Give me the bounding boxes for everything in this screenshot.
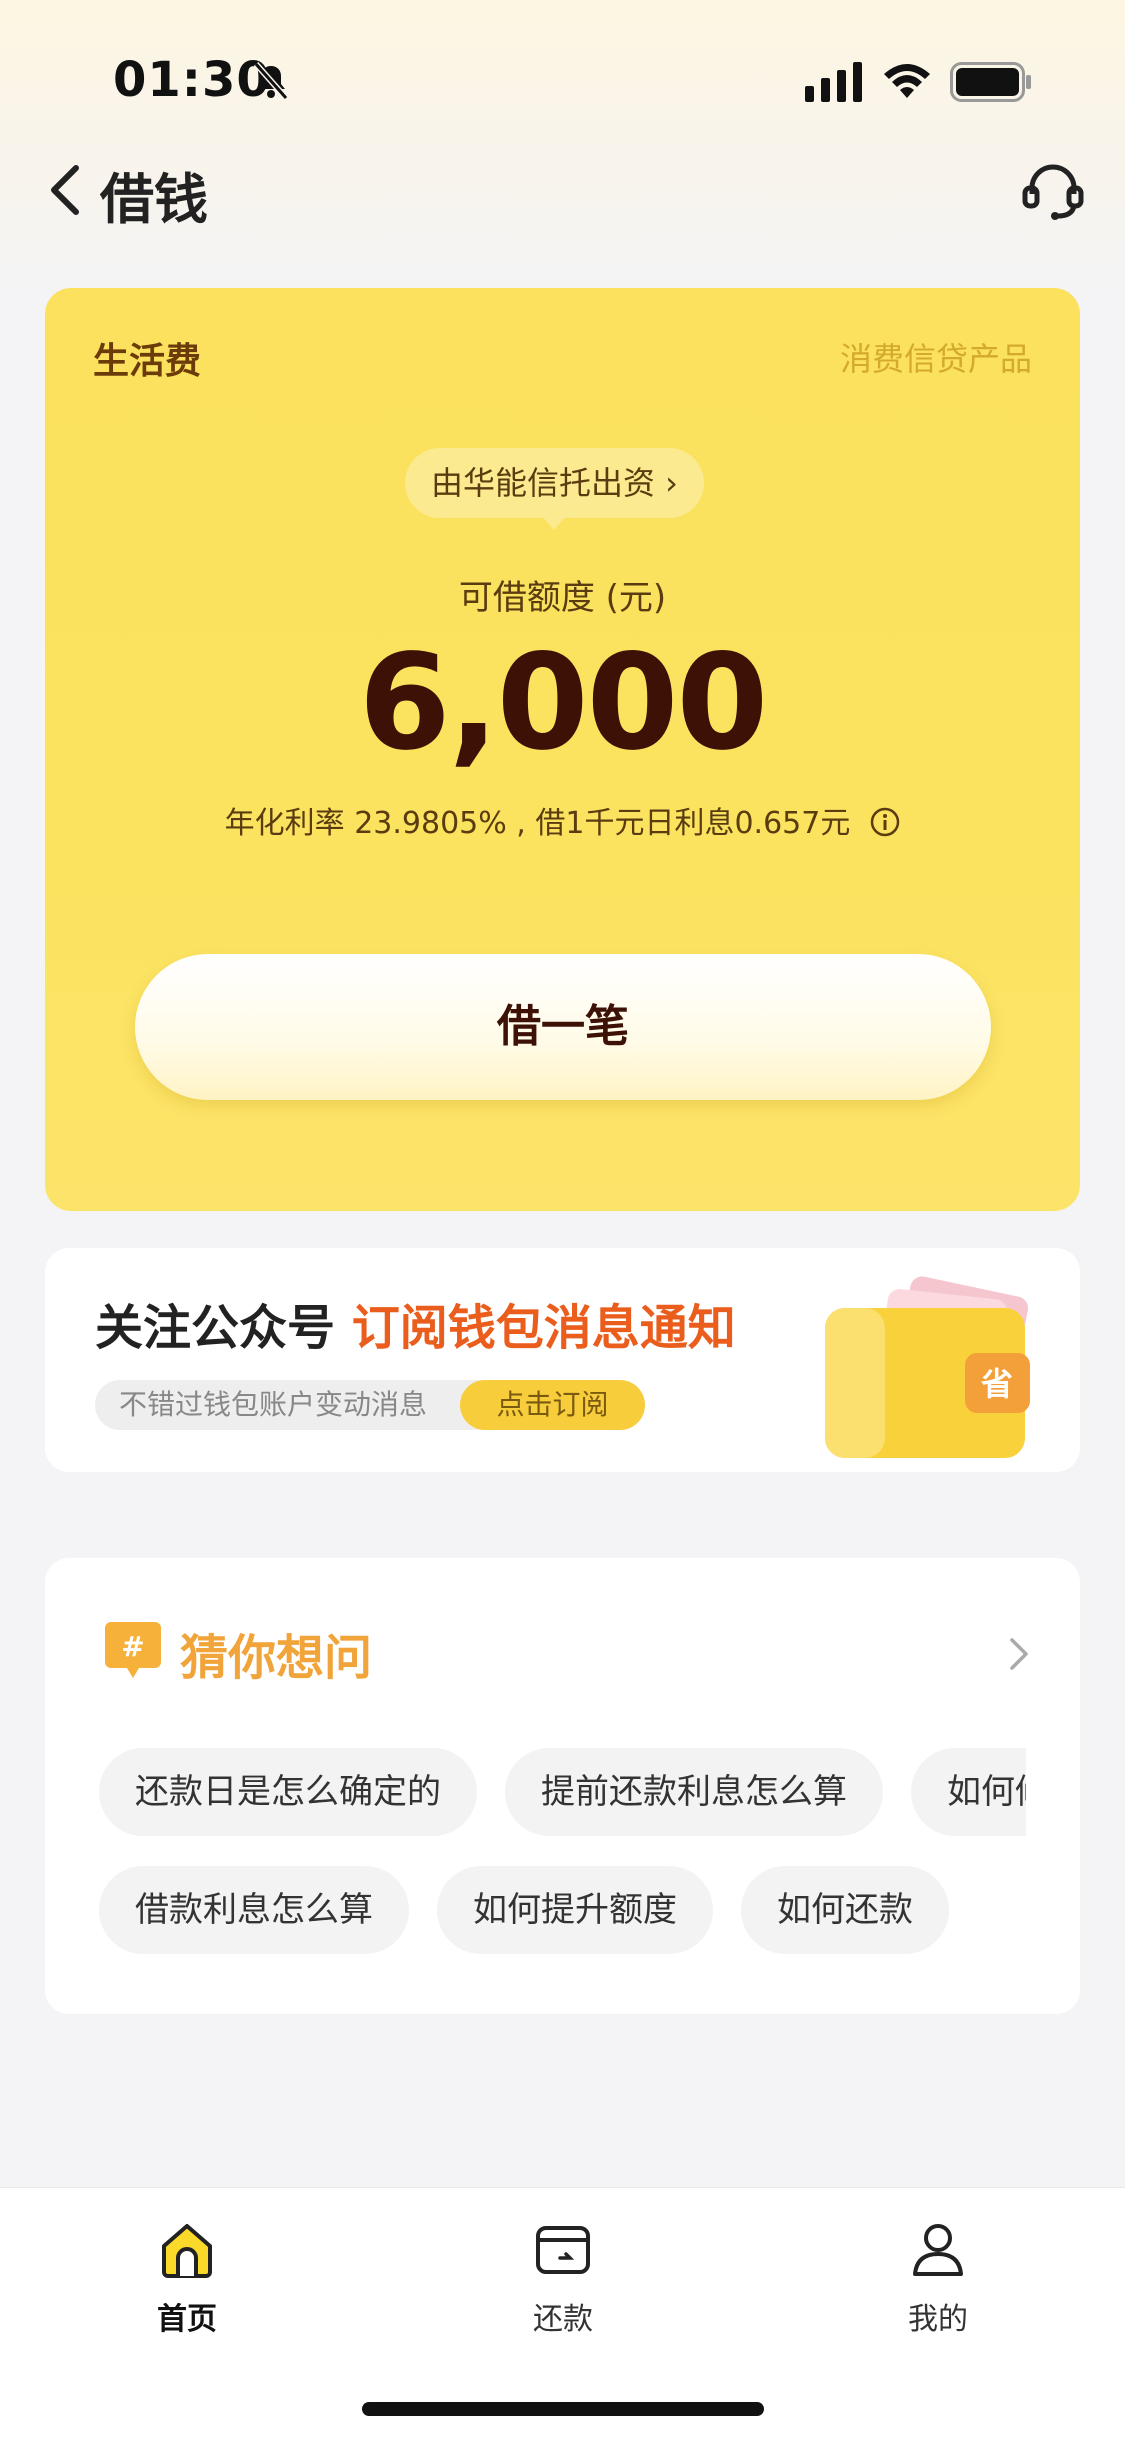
- wallet-icon-char: 省: [981, 1365, 1013, 1403]
- info-icon[interactable]: [870, 807, 900, 837]
- faq-chip[interactable]: 还款日是怎么确定的: [99, 1748, 477, 1836]
- subscribe-desc: 不错过钱包账户变动消息: [119, 1388, 428, 1421]
- home-icon: [162, 2224, 212, 2278]
- battery-icon: [950, 62, 1031, 102]
- faq-row-1: 还款日是怎么确定的提前还款利息怎么算如何修改还款日: [99, 1748, 1026, 1836]
- borrow-button[interactable]: 借一笔: [135, 954, 991, 1100]
- cellular-signal-icon: [805, 62, 862, 102]
- svg-text:#: #: [121, 1630, 144, 1663]
- faq-card: # 猜你想问 还款日是怎么确定的提前还款利息怎么算如何修改还款日 借款利息怎么算…: [45, 1558, 1080, 2014]
- subscribe-button[interactable]: 点击订阅: [460, 1380, 645, 1430]
- tab-home[interactable]: 首页: [107, 2218, 267, 2338]
- faq-row-2: 借款利息怎么算 如何提升额度 如何还款: [99, 1866, 1026, 1954]
- silent-bell-icon: [253, 62, 289, 100]
- header-background: [0, 0, 1125, 300]
- wallet-illustration-icon: 省: [825, 1276, 1030, 1458]
- faq-chip[interactable]: 提前还款利息怎么算: [505, 1748, 883, 1836]
- faq-chip[interactable]: 如何还款: [741, 1866, 949, 1954]
- page-title: 借钱: [100, 168, 208, 231]
- product-tag: 消费信贷产品: [839, 340, 1032, 378]
- tab-home-label: 首页: [157, 2302, 217, 2337]
- funder-link[interactable]: 由华能信托出资 ›: [405, 448, 704, 530]
- wallet-icon: [536, 2226, 590, 2274]
- limit-label: 可借额度 (元): [458, 578, 667, 618]
- tab-mine-label: 我的: [908, 2302, 968, 2337]
- limit-amount: 6,000: [358, 626, 769, 780]
- subscribe-title-prefix: 关注公众号: [95, 1300, 352, 1356]
- user-icon: [913, 2224, 963, 2276]
- faq-chip[interactable]: 如何提升额度: [437, 1866, 713, 1954]
- customer-service-icon[interactable]: [1020, 158, 1086, 224]
- wifi-icon: [884, 64, 930, 98]
- status-time: 01:30: [113, 52, 271, 108]
- subscribe-title-highlight: 订阅钱包消息通知: [351, 1300, 736, 1356]
- rate-line: 年化利率 23.9805% , 借1千元日利息0.657元: [45, 798, 1080, 842]
- tab-repay-label: 还款: [533, 2302, 593, 2337]
- hashtag-bubble-icon: #: [105, 1622, 161, 1678]
- subscribe-title: 关注公众号 订阅钱包消息通知: [95, 1288, 736, 1358]
- back-arrow-icon[interactable]: [44, 160, 86, 220]
- faq-chip[interactable]: 借款利息怎么算: [99, 1866, 409, 1954]
- chevron-right-icon[interactable]: [1008, 1636, 1030, 1672]
- loan-card: 生活费 消费信贷产品 由华能信托出资 › 可借额度 (元) 6,000 年化利率…: [45, 288, 1080, 1211]
- tab-mine[interactable]: 我的: [858, 2218, 1018, 2338]
- home-indicator: [362, 2402, 764, 2416]
- tab-repay[interactable]: 还款: [483, 2218, 643, 2338]
- faq-chip[interactable]: 如何修改还款日: [911, 1748, 1026, 1836]
- card-label: 生活费: [93, 341, 202, 382]
- faq-title: 猜你想问: [180, 1630, 373, 1686]
- subscribe-pill: 不错过钱包账户变动消息 点击订阅: [95, 1380, 645, 1430]
- rate-text: 年化利率 23.9805% , 借1千元日利息0.657元: [224, 806, 851, 841]
- subscribe-banner[interactable]: 关注公众号 订阅钱包消息通知 不错过钱包账户变动消息 点击订阅 省: [45, 1248, 1080, 1472]
